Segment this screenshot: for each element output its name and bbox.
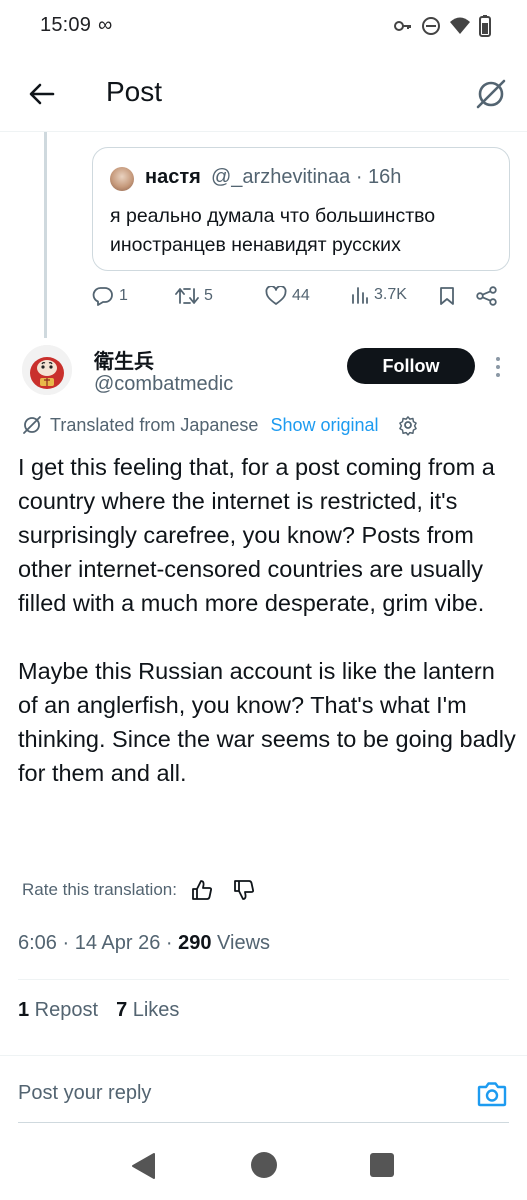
more-dot-icon: [496, 357, 500, 361]
daruma-avatar-image: [22, 345, 72, 395]
post-paragraph: Maybe this Russian account is like the l…: [18, 658, 516, 786]
author-name[interactable]: 衛生兵: [94, 345, 154, 374]
reply-composer: Post your reply: [0, 1055, 527, 1135]
more-dot-icon: [496, 373, 500, 377]
settings-icon: [398, 416, 417, 436]
link-icon: ∞: [98, 14, 113, 36]
views-button[interactable]: 3.7K: [351, 286, 407, 304]
dnd-icon: [422, 17, 440, 35]
quoted-author-name: настя: [145, 166, 201, 188]
nav-home-icon[interactable]: [251, 1152, 277, 1178]
rate-translation-row: Rate this translation:: [22, 876, 255, 904]
quoted-post-card[interactable]: настя @_arzhevitinaa · 16h я реально дум…: [92, 147, 510, 271]
views-count: 3.7K: [374, 286, 407, 303]
reposts-stat[interactable]: 1 Repost: [18, 999, 98, 1022]
author-handle[interactable]: @combatmedic: [94, 373, 233, 396]
back-button[interactable]: [22, 74, 62, 114]
more-options-button[interactable]: [490, 352, 506, 382]
grok-button[interactable]: [469, 72, 513, 116]
share-icon: [476, 286, 497, 306]
nav-back-icon[interactable]: [130, 1152, 156, 1180]
rate-good-button[interactable]: [191, 879, 213, 901]
rate-bad-button[interactable]: [233, 879, 255, 901]
views-label: Views: [211, 932, 271, 954]
repost-count: 5: [204, 287, 213, 304]
status-time: 15:09: [40, 14, 92, 36]
page-title: Post: [106, 76, 163, 107]
translation-settings-button[interactable]: [397, 414, 419, 436]
top-app-bar: Post: [0, 56, 527, 132]
follow-button[interactable]: Follow: [347, 348, 475, 384]
likes-label: Likes: [127, 999, 180, 1021]
bookmark-button[interactable]: [438, 286, 456, 306]
thread-connector-line: [44, 132, 47, 338]
reposts-total: 1: [18, 999, 30, 1021]
reposts-label: Repost: [29, 999, 99, 1021]
like-button[interactable]: 44: [265, 286, 310, 306]
share-button[interactable]: [476, 286, 498, 306]
arrow-left-icon: [29, 83, 55, 105]
likes-total: 7: [116, 999, 128, 1021]
author-avatar[interactable]: [22, 345, 72, 395]
translation-row: Translated from Japanese Show original: [22, 412, 419, 438]
reply-button[interactable]: 1: [92, 286, 128, 306]
post-meta: 6:06 · 14 Apr 26 · 290 Views: [18, 932, 270, 955]
show-original-link[interactable]: Show original: [270, 415, 378, 436]
likes-stat[interactable]: 7 Likes: [116, 999, 179, 1022]
post-paragraph: I get this feeling that, for a post comi…: [18, 454, 495, 616]
wifi-icon: [450, 17, 470, 34]
bookmark-icon: [440, 287, 454, 305]
translated-from-label: Translated from Japanese: [50, 414, 259, 435]
translate-icon: [23, 416, 41, 434]
action-bar: 1 5 44 3.7K: [90, 286, 510, 314]
quoted-post-text: я реально думала что большинство иностра…: [110, 205, 436, 256]
heart-icon: [265, 286, 287, 305]
post-stats: 1 Repost 7 Likes: [18, 999, 179, 1022]
quoted-author-handle: @_arzhevitinaa · 16h: [211, 166, 402, 188]
key-icon: [394, 21, 411, 31]
post-text: I get this feeling that, for a post comi…: [18, 450, 518, 790]
battery-icon: [479, 15, 491, 37]
camera-icon: [477, 1082, 507, 1107]
reply-count: 1: [119, 287, 128, 304]
reply-icon: [92, 287, 113, 306]
thumbs-up-icon: [192, 880, 212, 900]
views-icon: [352, 287, 368, 304]
divider: [18, 979, 509, 980]
quoted-author-avatar[interactable]: [110, 167, 134, 191]
post-timestamp: 6:06 · 14 Apr 26 ·: [18, 932, 179, 954]
rate-translation-label: Rate this translation:: [22, 880, 177, 899]
more-dot-icon: [496, 365, 500, 369]
reply-underline: [18, 1122, 509, 1123]
repost-icon: [175, 288, 199, 304]
system-nav-bar: [0, 1135, 527, 1200]
thumbs-down-icon: [234, 880, 254, 900]
views-total: 290: [178, 932, 212, 954]
repost-button[interactable]: 5: [175, 286, 213, 306]
status-bar: 15:09 ∞: [0, 0, 527, 56]
reply-input[interactable]: Post your reply: [18, 1082, 151, 1105]
nav-recents-icon[interactable]: [370, 1153, 394, 1177]
status-icons: [393, 15, 491, 37]
like-count: 44: [292, 287, 310, 304]
grok-icon: [476, 79, 506, 109]
camera-button[interactable]: [476, 1078, 508, 1110]
